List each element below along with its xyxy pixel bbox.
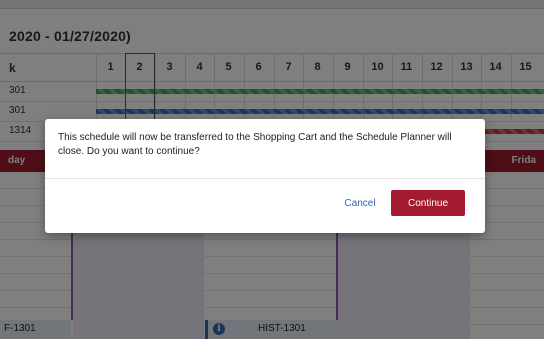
dialog-message: This schedule will now be transferred to… xyxy=(58,132,452,157)
dialog-divider xyxy=(45,178,485,179)
continue-button[interactable]: Continue xyxy=(391,190,465,216)
confirm-dialog: This schedule will now be transferred to… xyxy=(45,119,485,233)
cancel-button[interactable]: Cancel xyxy=(335,191,385,217)
